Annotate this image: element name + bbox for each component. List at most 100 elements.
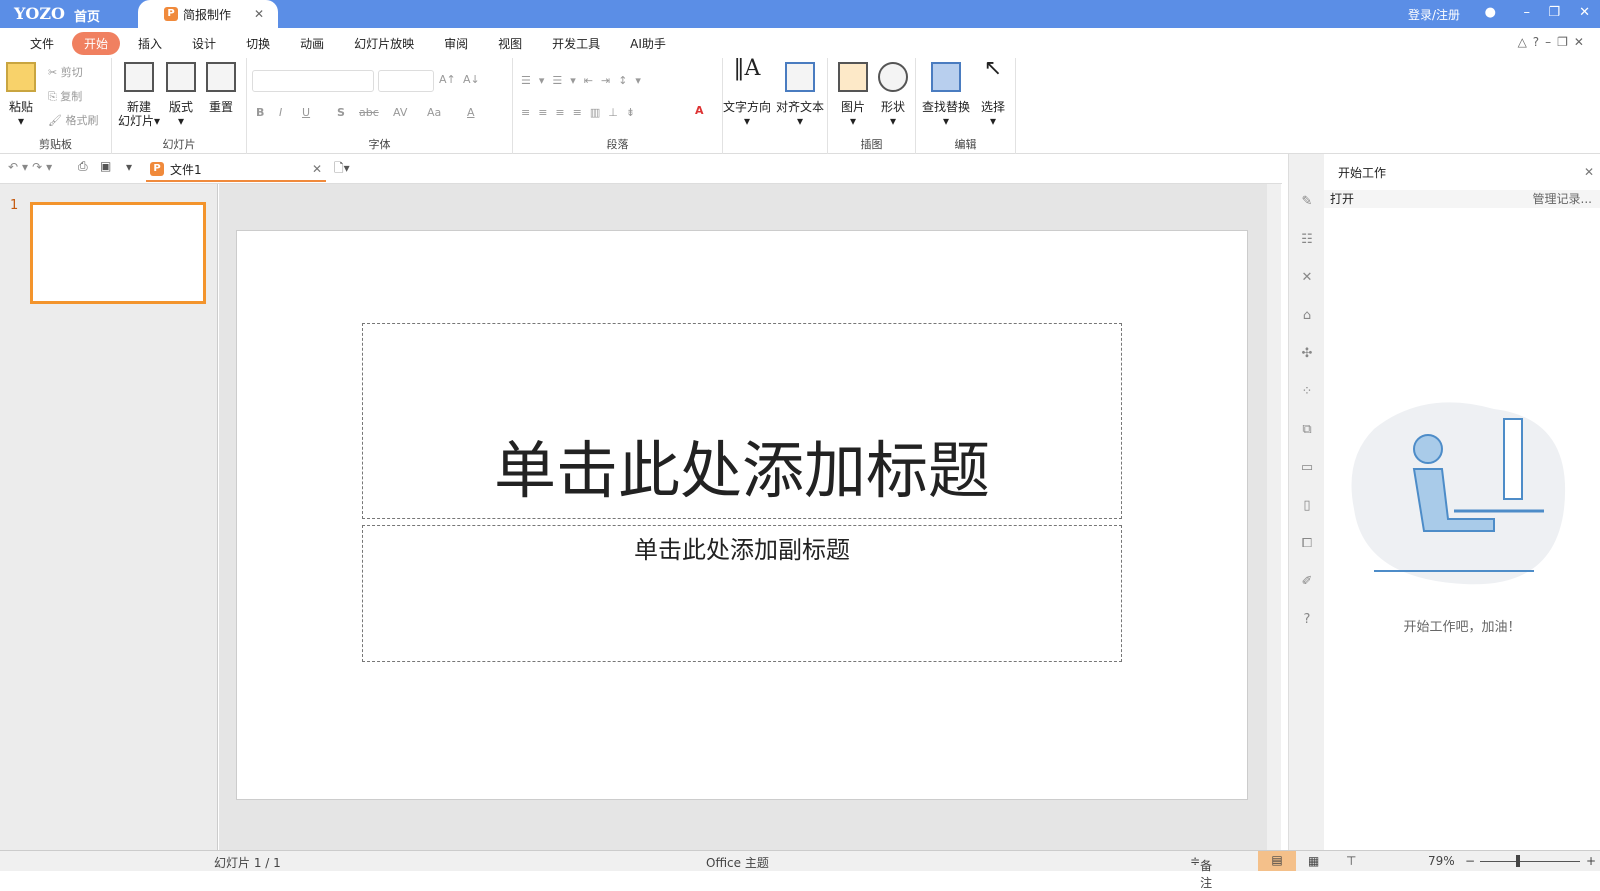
menu-developer[interactable]: 开发工具 xyxy=(540,32,612,55)
menu-animation[interactable]: 动画 xyxy=(288,32,336,55)
brush-icon[interactable]: ⌂ xyxy=(1299,308,1315,324)
file-tab-label: 文件1 xyxy=(170,162,202,177)
font-size-select[interactable] xyxy=(378,70,434,92)
login-link[interactable]: 登录/注册 xyxy=(1408,6,1460,23)
presentation-icon: P xyxy=(164,7,178,21)
cut-button[interactable]: ✂ 剪切 xyxy=(48,64,83,80)
slide-sorter-button[interactable]: ▦ xyxy=(1308,854,1319,868)
user-icon[interactable]: ● xyxy=(1485,5,1496,20)
slide[interactable]: 单击此处添加标题 单击此处添加副标题 xyxy=(236,230,1248,800)
new-slide-button[interactable]: 新建 幻灯片▾ xyxy=(118,62,160,128)
comment-icon[interactable]: ▭ xyxy=(1299,460,1315,476)
copy-button[interactable]: ⎘ 复制 xyxy=(48,88,82,104)
menu-file[interactable]: 文件 xyxy=(18,32,66,55)
minimize-button[interactable]: – xyxy=(1524,5,1531,20)
ribbon-window-controls[interactable]: △?–❐✕ xyxy=(1518,35,1590,49)
title-placeholder[interactable]: 单击此处添加标题 xyxy=(362,323,1122,519)
animation-icon[interactable]: ✣ xyxy=(1299,346,1315,362)
customize-dropdown-icon[interactable]: ▾ xyxy=(126,160,132,174)
shape-button[interactable]: 形状 ▾ xyxy=(878,62,908,128)
slide-thumbnail[interactable] xyxy=(30,202,206,304)
bold-button[interactable]: B xyxy=(256,106,264,119)
grow-font-button[interactable]: A↑ xyxy=(439,73,456,86)
shadow-button[interactable]: S xyxy=(337,106,345,119)
help-icon[interactable]: ? xyxy=(1299,612,1315,628)
notes-label: 备注 xyxy=(1200,859,1213,890)
shape-label: 形状 xyxy=(880,100,905,114)
cursor-icon: ↖ xyxy=(983,56,1003,81)
zoom-level: 79% xyxy=(1428,854,1455,868)
menu-review[interactable]: 审阅 xyxy=(432,32,480,55)
close-button[interactable]: ✕ xyxy=(1579,5,1590,20)
menu-bar: 文件 开始 插入 设计 切换 动画 幻灯片放映 审阅 视图 开发工具 AI助手 xyxy=(0,28,1600,58)
copy-pages-icon[interactable]: ⧠ xyxy=(1299,536,1315,552)
edit-icon[interactable]: ✎ xyxy=(1299,194,1315,210)
notes-button[interactable]: ≑ 备注 xyxy=(1190,854,1212,890)
strikethrough-button[interactable]: abc xyxy=(359,106,379,119)
text-tools-group: ‖A 文字方向 ▾ 对齐文本 ▾ xyxy=(723,58,828,154)
align-text-button[interactable]: 对齐文本 ▾ xyxy=(776,62,824,128)
slides-group: 新建 幻灯片▾ 版式 ▾ 重置 幻灯片 xyxy=(112,58,247,154)
clipboard-icon[interactable]: ▯ xyxy=(1299,498,1315,514)
select-pane-icon[interactable]: ⧉ xyxy=(1299,422,1315,438)
align-buttons[interactable]: ≡≡≡≡▥⊥⇟ xyxy=(521,106,643,119)
print-preview-icon[interactable]: ⎙ xyxy=(78,159,88,174)
manage-records-link[interactable]: 管理记录... xyxy=(1533,190,1592,208)
change-case-button[interactable]: Aa xyxy=(427,106,441,119)
close-pane-icon[interactable]: ✕ xyxy=(1584,165,1594,179)
save-icon[interactable]: ▣ xyxy=(100,159,111,173)
reset-button[interactable]: 重置 xyxy=(206,62,236,114)
open-label: 打开 xyxy=(1330,192,1355,206)
layout-icon xyxy=(166,62,196,92)
restore-button[interactable]: ❐ xyxy=(1548,5,1560,20)
slide-number: 1 xyxy=(10,198,19,213)
paste-button[interactable]: 粘贴 ▾ xyxy=(6,62,36,128)
list-buttons[interactable]: ☰▾☰▾⇤⇥↕▾ xyxy=(521,74,649,87)
zoom-slider-thumb[interactable] xyxy=(1516,855,1520,867)
subtitle-placeholder[interactable]: 单击此处添加副标题 xyxy=(362,525,1122,662)
ribbon: 粘贴 ▾ ✂ 剪切 ⎘ 复制 🖌 格式刷 剪贴板 新建 幻灯片▾ 版式 ▾ 重置 幻灯… xyxy=(0,58,1600,154)
task-pane-title: 开始工作 xyxy=(1338,165,1387,180)
settings-sliders-icon[interactable]: ☷ xyxy=(1299,232,1315,248)
zoom-in-button[interactable]: + xyxy=(1586,854,1596,868)
layout-button[interactable]: 版式 ▾ xyxy=(166,62,196,128)
clipboard-group-label: 剪贴板 xyxy=(39,138,72,151)
menu-slideshow[interactable]: 幻灯片放映 xyxy=(342,32,426,55)
italic-button[interactable]: I xyxy=(279,106,282,119)
char-spacing-button[interactable]: AV xyxy=(393,106,407,119)
vertical-scrollbar[interactable] xyxy=(1267,184,1281,850)
home-tab[interactable]: 首页 xyxy=(74,6,100,25)
select-button[interactable]: ↖ 选择 ▾ xyxy=(978,56,1008,129)
normal-view-button[interactable]: ▤ xyxy=(1258,851,1296,871)
new-document-icon[interactable]: 🗋▾ xyxy=(334,159,350,180)
format-painter-button[interactable]: 🖌 格式刷 xyxy=(48,112,98,128)
find-replace-button[interactable]: 查找替换 ▾ xyxy=(922,62,970,128)
tools-icon[interactable]: ✕ xyxy=(1299,270,1315,286)
font-family-select[interactable] xyxy=(252,70,374,92)
zoom-slider[interactable] xyxy=(1480,861,1580,862)
shrink-font-button[interactable]: A↓ xyxy=(463,73,480,86)
file-tab[interactable]: P 文件1 ✕ xyxy=(146,158,326,182)
font-group-label: 字体 xyxy=(368,138,391,151)
close-tab-icon[interactable]: ✕ xyxy=(254,7,264,21)
document-tab[interactable]: P 简报制作 ✕ xyxy=(138,0,278,28)
note-edit-icon[interactable]: ✐ xyxy=(1299,574,1315,590)
zoom-out-button[interactable]: − xyxy=(1465,854,1475,868)
menu-transition[interactable]: 切换 xyxy=(234,32,282,55)
menu-insert[interactable]: 插入 xyxy=(126,32,174,55)
menu-ai-assistant[interactable]: AI助手 xyxy=(618,32,678,55)
reset-label: 重置 xyxy=(208,100,233,114)
text-direction-button[interactable]: ‖A 文字方向 ▾ xyxy=(723,58,771,129)
menu-home[interactable]: 开始 xyxy=(72,31,121,55)
clear-format-icon[interactable]: A xyxy=(695,104,704,117)
slideshow-button[interactable]: ⊤ xyxy=(1346,854,1356,868)
font-color-button[interactable]: A xyxy=(467,106,475,119)
apps-icon[interactable]: ⁘ xyxy=(1299,384,1315,400)
picture-button[interactable]: 图片 ▾ xyxy=(838,62,868,128)
menu-view[interactable]: 视图 xyxy=(486,32,534,55)
close-file-icon[interactable]: ✕ xyxy=(312,162,322,176)
working-illustration xyxy=(1351,402,1566,585)
undo-redo-buttons[interactable]: ↶▾↷▾ xyxy=(8,160,56,174)
menu-design[interactable]: 设计 xyxy=(180,32,228,55)
underline-button[interactable]: U xyxy=(302,106,310,119)
